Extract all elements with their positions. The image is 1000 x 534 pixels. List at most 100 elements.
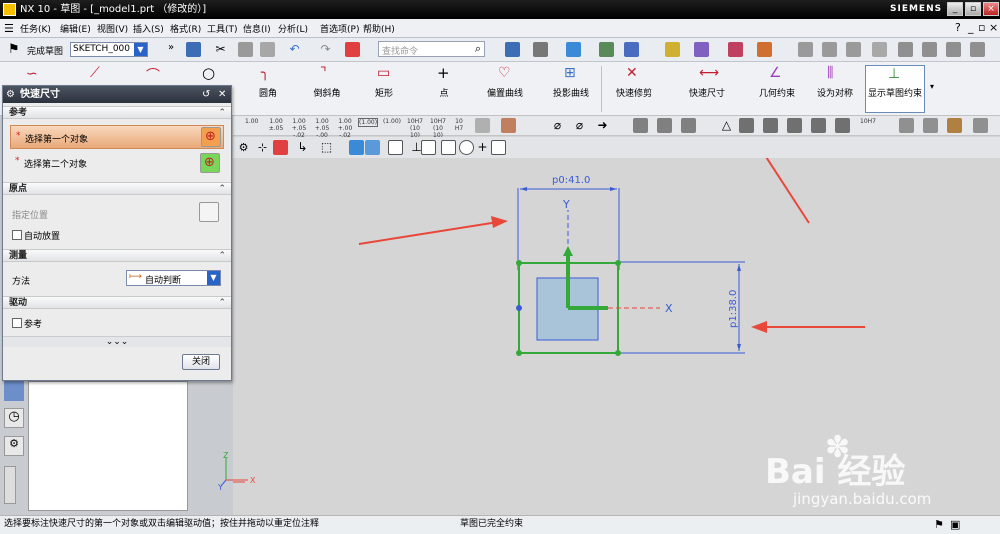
dim-style-6[interactable]: (1.00) — [382, 118, 402, 125]
feature-icon-12[interactable] — [973, 118, 988, 133]
measure-icon[interactable] — [728, 42, 743, 57]
feature-icon-3[interactable] — [681, 118, 696, 133]
body-icon[interactable] — [365, 140, 380, 155]
project-curve-button[interactable]: ⊞ 投影曲线 — [548, 62, 594, 116]
rectangle-button[interactable]: ▭ 矩形 — [364, 62, 404, 116]
first-object-row[interactable]: * 选择第一个对象 ⊕ — [10, 125, 224, 149]
clock-icon[interactable]: ◷ — [4, 408, 24, 428]
first-object-crosshair-icon[interactable]: ⊕ — [201, 127, 221, 147]
assembly-icon-3[interactable] — [846, 42, 861, 57]
cube-icon[interactable] — [349, 140, 364, 155]
dim-attach-icon[interactable] — [501, 118, 516, 133]
rect-select-icon[interactable]: ⬚ — [319, 140, 334, 155]
dialog-close-icon[interactable]: ✕ — [218, 86, 226, 103]
feature-icon-4[interactable] — [739, 118, 754, 133]
second-object-crosshair-icon[interactable]: ⊕ — [200, 153, 220, 173]
snap-icon[interactable] — [665, 42, 680, 57]
menu-preferences[interactable]: 首选项(P) — [320, 22, 359, 35]
assembly-icon-8[interactable] — [970, 42, 985, 57]
section-origin-header[interactable]: 原点 ⌃ — [3, 182, 231, 195]
triangle-icon[interactable]: △ — [719, 118, 734, 133]
dim-style-3[interactable]: 1.00 +.05 -.00 — [313, 118, 331, 139]
dim-style-9[interactable]: 10 H7 — [451, 118, 467, 132]
close-window-button[interactable]: × — [983, 2, 999, 16]
snap-curve-icon[interactable] — [421, 140, 436, 155]
doc-close-icon[interactable]: × — [989, 21, 998, 34]
snap-endpoint-icon[interactable] — [388, 140, 403, 155]
ruler-icon[interactable] — [757, 42, 772, 57]
menu-tools[interactable]: 工具(T) — [207, 22, 238, 35]
fit-view-icon[interactable] — [505, 42, 520, 57]
overflow-icon[interactable]: » — [168, 42, 174, 53]
feature-icon-11[interactable] — [947, 118, 962, 133]
menu-analysis[interactable]: 分析(L) — [278, 22, 308, 35]
dim-style-10[interactable]: 10H7 — [859, 118, 877, 125]
flag-icon[interactable]: ⚑ — [934, 516, 944, 533]
section-measurement-header[interactable]: 测量 ⌃ — [3, 249, 231, 262]
dim-style-7[interactable]: 10H7 (10 10) — [405, 118, 425, 139]
menu-task[interactable]: 任务(K) — [20, 22, 51, 35]
redo-icon[interactable]: ↷ — [318, 42, 333, 57]
command-finder-icon[interactable] — [345, 42, 360, 57]
more-options-toggle[interactable]: ⌄⌄⌄ — [3, 336, 231, 347]
fillet-button[interactable]: ╮ 圆角 — [248, 62, 288, 116]
method-select[interactable]: ⟼ 自动判断 ▼ — [126, 270, 221, 286]
finish-sketch-button[interactable]: 完成草图 — [27, 44, 63, 57]
pointer-icon[interactable]: ↳ — [295, 140, 310, 155]
snap-center-icon[interactable] — [459, 140, 474, 155]
section-driving-header[interactable]: 驱动 ⌃ — [3, 296, 231, 309]
snap-intersection-icon[interactable] — [491, 140, 506, 155]
snap-spline-icon[interactable] — [441, 140, 456, 155]
feature-icon-5[interactable] — [763, 118, 778, 133]
menu-grid-icon[interactable]: ☰ — [4, 22, 14, 35]
specify-location-button[interactable] — [199, 202, 219, 222]
orient-view-icon[interactable] — [566, 42, 581, 57]
diameter-icon-2[interactable]: ⌀ — [572, 118, 587, 133]
arrow-right-icon[interactable]: ➜ — [595, 118, 610, 133]
assembly-icon-2[interactable] — [822, 42, 837, 57]
dialog-title-bar[interactable]: ⚙ 快速尺寸 ↺ ✕ — [3, 86, 231, 103]
search-icon[interactable]: ⌕ — [475, 42, 481, 56]
dim-style-8[interactable]: 10H7 (10 10) — [428, 118, 448, 139]
menu-info[interactable]: 信息(I) — [243, 22, 271, 35]
chevron-down-icon[interactable]: ▼ — [207, 271, 220, 285]
assembly-icon-5[interactable] — [898, 42, 913, 57]
diameter-icon[interactable]: ⌀ — [550, 118, 565, 133]
dialog-settings-icon[interactable]: ⚙ — [6, 86, 15, 103]
save-icon[interactable] — [186, 42, 201, 57]
menu-edit[interactable]: 编辑(E) — [60, 22, 91, 35]
section-reference-header[interactable]: 参考 ⌃ — [3, 106, 231, 119]
quick-trim-button[interactable]: ✕ 快速修剪 — [608, 62, 660, 116]
chamfer-button[interactable]: ⌝ 倒斜角 — [307, 62, 347, 116]
window-icon[interactable]: ▣ — [950, 516, 960, 533]
sketch-name-select[interactable]: SKETCH_000 ▼ — [70, 42, 148, 57]
second-object-row[interactable]: * 选择第二个对象 ⊕ — [10, 151, 224, 175]
ribbon-more-icon[interactable]: ▾ — [930, 82, 934, 91]
show-sketch-constraints-button[interactable]: ⊥ 显示草图约束 — [865, 65, 925, 113]
dim-style-5[interactable]: (1.00) — [358, 118, 378, 127]
reference-checkbox[interactable] — [12, 318, 22, 328]
selection-filter-icon[interactable] — [599, 42, 614, 57]
role-icon[interactable]: ⚙ — [4, 436, 24, 456]
wcs-icon[interactable] — [624, 42, 639, 57]
menu-insert[interactable]: 插入(S) — [133, 22, 164, 35]
history-icon[interactable] — [4, 381, 24, 401]
finish-flag-icon[interactable]: ⚑ — [8, 42, 20, 57]
chevron-down-icon[interactable]: ▼ — [134, 43, 147, 56]
assembly-icon-4[interactable] — [872, 42, 887, 57]
menu-help[interactable]: 帮助(H) — [363, 22, 395, 35]
dialog-reset-icon[interactable]: ↺ — [202, 86, 210, 103]
point-button[interactable]: + 点 — [424, 62, 464, 116]
snap-point-icon[interactable]: + — [475, 140, 490, 155]
make-symmetric-button[interactable]: ⫼ 设为对称 — [812, 62, 858, 116]
feature-icon-7[interactable] — [811, 118, 826, 133]
feature-icon-6[interactable] — [787, 118, 802, 133]
assembly-icon-6[interactable] — [922, 42, 937, 57]
feature-icon-8[interactable] — [835, 118, 850, 133]
menu-view[interactable]: 视图(V) — [97, 22, 128, 35]
graphics-window[interactable]: p0:41.0 p1:38.0 X Y Z X Y ✽ Bai 经验 jingy… — [218, 158, 1000, 515]
feature-icon-9[interactable] — [899, 118, 914, 133]
undo-icon[interactable]: ↶ — [287, 42, 302, 57]
settings-icon[interactable]: ⚙ — [236, 140, 251, 155]
cut-icon[interactable]: ✂ — [213, 42, 228, 57]
